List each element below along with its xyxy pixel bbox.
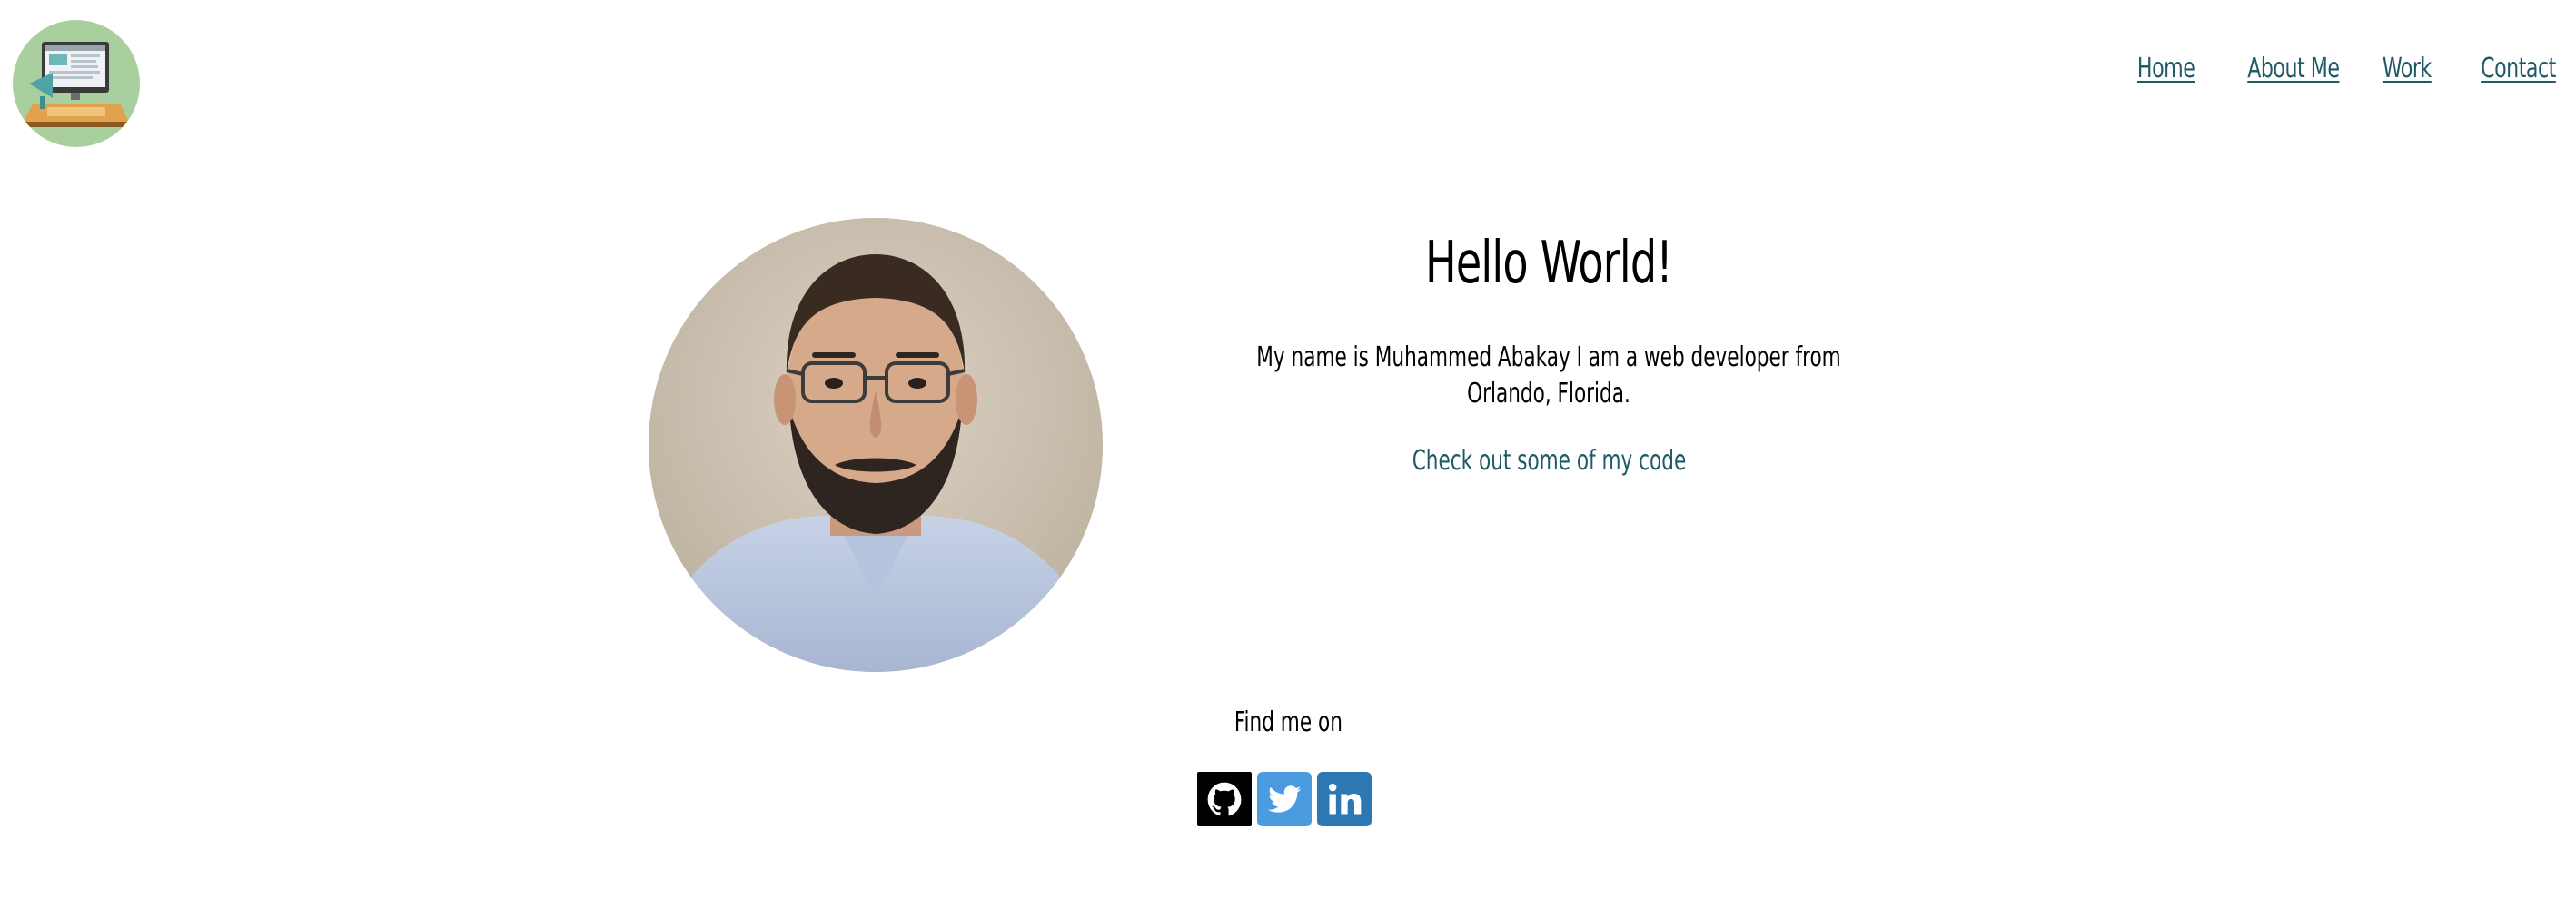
github-icon bbox=[1207, 782, 1242, 816]
main-nav: Home About Me Work Contact bbox=[2125, 53, 2557, 84]
nav-work-link[interactable]: Work bbox=[2383, 53, 2432, 84]
twitter-icon bbox=[1267, 785, 1302, 813]
page-title: Hello World! bbox=[1425, 230, 1673, 297]
github-link[interactable] bbox=[1197, 772, 1252, 826]
profile-photo-image bbox=[649, 218, 1103, 672]
bio-text: My name is Muhammed Abakay I am a web de… bbox=[1256, 341, 1841, 410]
intro-section: Hello World! My name is Muhammed Abakay … bbox=[1181, 227, 1917, 477]
code-link[interactable]: Check out some of my code bbox=[1378, 445, 1720, 477]
linkedin-icon bbox=[1328, 783, 1362, 815]
twitter-link[interactable] bbox=[1257, 772, 1312, 826]
site-logo[interactable] bbox=[13, 20, 140, 147]
find-me-label: Find me on bbox=[1234, 706, 1342, 738]
nav-about-link[interactable]: About Me bbox=[2247, 53, 2340, 84]
page: Home About Me Work Contact Hello World! … bbox=[0, 0, 2576, 899]
social-links bbox=[1197, 772, 1372, 826]
linkedin-link[interactable] bbox=[1317, 772, 1372, 826]
nav-home-link[interactable]: Home bbox=[2137, 53, 2195, 84]
laptop-monitor-icon bbox=[24, 42, 129, 127]
profile-photo bbox=[649, 218, 1103, 672]
nav-contact-link[interactable]: Contact bbox=[2481, 53, 2556, 84]
